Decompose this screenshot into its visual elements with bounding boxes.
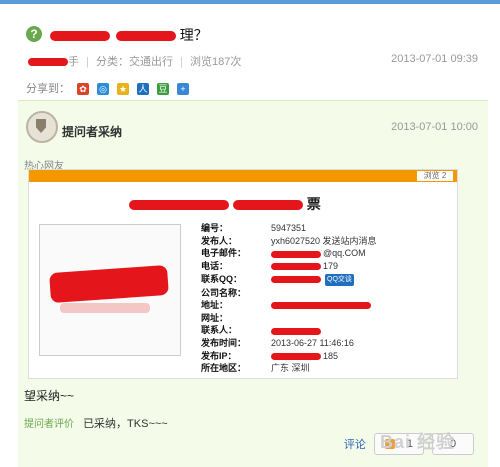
share-bar: 分享到： ✿ ◎ ★ 人 豆 + [26,80,190,96]
detail-key: 所在地区： [201,363,247,374]
answer-date: 2013-07-01 10:00 [391,121,478,133]
screenshot-title: 票 [129,194,321,214]
detail-value: 185 [267,349,381,362]
detail-key: 联系人： [201,325,238,336]
redacted-title [232,200,303,211]
question-title-suffix: 理？ [179,27,208,43]
detail-row: 电子邮件： @qq.COM [197,247,381,260]
question-card: ? 理？ 手 | 分类：交通出行 | 浏览187次 2013-07-01 09:… [18,8,488,100]
detail-value-text: 2013-06-27 11:46:16 [271,338,354,349]
qzone-icon[interactable]: ◎ [97,83,110,96]
detail-key: 地址： [201,300,229,311]
detail-row: 电话： 179 [197,260,381,273]
detail-value-text: @qq.COM [323,248,366,259]
renren-icon[interactable]: 人 [137,83,150,96]
detail-row: 网址： [197,312,381,325]
detail-key: 发布IP： [201,350,237,361]
detail-value: 179 [267,260,381,273]
question-date: 2013-07-01 09:39 [391,53,478,65]
answer-card: 提问者采纳 2013-07-01 10:00 热心网友 浏览 2 票 编号： 59… [18,100,488,467]
redacted-author [28,58,68,67]
top-bar [0,0,500,4]
detail-value-text: 179 [323,261,339,272]
screenshot-bar-right: 浏览 2 [417,171,453,181]
detail-value: 2013-06-27 11:46:16 [267,337,381,350]
evaluation-label: 提问者评价 [24,419,74,430]
redacted-title [129,200,229,211]
category-link[interactable]: 分类：交通出行 [96,56,173,68]
detail-row: 联系人： [197,324,381,337]
redacted-image [60,303,150,313]
detail-row: 联系QQ： QQ交谈 [197,272,381,287]
redacted-image [49,264,169,304]
redacted-value [271,250,321,258]
answer-screenshot[interactable]: 浏览 2 票 编号： 5947351 发布人： yxh6027520 发送站内消息 电子… [28,169,458,379]
detail-value [267,312,381,325]
listing-details: 编号： 5947351 发布人： yxh6027520 发送站内消息电子邮件： @qq.… [197,222,381,375]
redacted-value [271,352,321,360]
share-label: 分享到： [26,83,70,95]
sina-weibo-icon[interactable]: ✿ [77,83,90,96]
detail-value [267,286,381,299]
author-tail[interactable]: 手 [68,56,79,68]
detail-row: 所在地区： 广东 深圳 [197,362,381,375]
question-title[interactable]: 理？ [50,25,208,45]
detail-value-text: 广东 深圳 [271,363,310,374]
adopted-label: 提问者采纳 [62,125,123,139]
detail-key: 电子邮件： [201,248,247,259]
detail-value [267,299,381,312]
detail-value: @qq.COM [267,247,381,260]
detail-key: 编号： [201,223,229,234]
question-meta: 手 | 分类：交通出行 | 浏览187次 2013-07-01 09:39 [28,53,488,69]
detail-key: 发布时间： [201,338,247,349]
detail-row: 公司名称： [197,286,381,299]
question-mark-icon: ? [26,26,42,42]
detail-value [267,324,381,337]
screenshot-title-suffix: 票 [306,196,321,212]
redacted-text [115,31,176,42]
medal-icon [26,111,58,143]
asker-evaluation: 提问者评价 已采纳，TKS~~~ [24,415,168,431]
detail-row: 发布IP： 185 [197,349,381,362]
detail-value: yxh6027520 发送站内消息 [267,235,381,248]
redacted-value [271,327,321,335]
view-count: 浏览187次 [189,56,242,68]
douban-icon[interactable]: 豆 [157,83,170,96]
plus-icon[interactable]: + [177,83,190,96]
detail-key: 电话： [201,261,229,272]
detail-row: 编号： 5947351 [197,222,381,235]
detail-key: 网址： [201,312,229,323]
listing-image [39,224,181,356]
detail-key: 发布人： [201,235,238,246]
detail-value-text: 5947351 [271,223,307,234]
detail-row: 发布人： yxh6027520 发送站内消息 [197,235,381,248]
comment-link[interactable]: 评论 [344,436,366,452]
redacted-value [271,275,321,283]
star-icon[interactable]: ★ [117,83,130,96]
detail-row: 发布时间： 2013-06-27 11:46:16 [197,337,381,350]
detail-value: 广东 深圳 [267,362,381,375]
detail-row: 地址： [197,299,381,312]
screenshot-orange-bar: 浏览 2 [29,170,457,182]
detail-key: 联系QQ： [201,274,243,285]
evaluation-text: 已采纳，TKS~~~ [83,418,168,430]
detail-value: 5947351 [267,222,381,235]
detail-key: 公司名称： [201,287,247,298]
detail-value-text: yxh6027520 发送站内消息 [271,235,377,246]
qq-chat-button[interactable]: QQ交谈 [325,274,354,287]
detail-value-text: 185 [323,350,339,361]
detail-value: QQ交谈 [267,272,381,287]
reply-text: 望采纳~~ [24,389,75,403]
redacted-value [271,302,371,310]
redacted-text [50,31,110,42]
redacted-value [271,263,321,271]
watermark: Bai 经验 [380,432,456,452]
